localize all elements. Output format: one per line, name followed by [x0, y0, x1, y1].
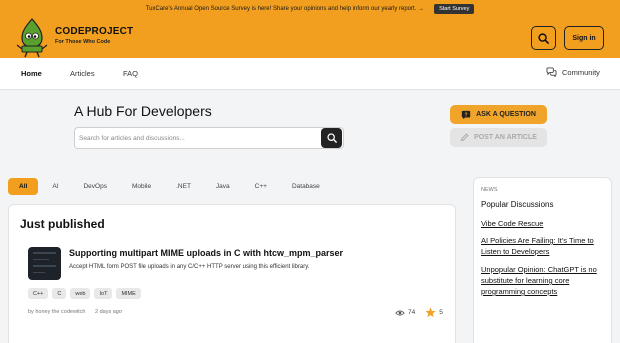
filter-mobile[interactable]: Mobile	[121, 178, 162, 195]
ask-question-label: ASK A QUESTION	[476, 111, 536, 118]
filter-dotnet[interactable]: .NET	[165, 178, 202, 195]
article-date: 2 days ago	[95, 309, 122, 315]
nav-community-label: Community	[562, 67, 600, 77]
start-survey-button[interactable]: Start Survey	[434, 4, 475, 14]
logo-text[interactable]: CODEPROJECT	[55, 26, 133, 37]
header-search-button[interactable]	[531, 26, 556, 50]
article-byline: by honey the codewitch 2 days ago	[28, 309, 122, 315]
just-published-heading: Just published	[20, 217, 105, 231]
just-published-card: Just published Supporting multipart MIME…	[8, 204, 456, 343]
news-panel: NEWS Popular Discussions Vibe Code Rescu…	[473, 177, 612, 343]
search-field[interactable]	[74, 127, 344, 149]
nav-home[interactable]: Home	[21, 69, 42, 78]
search-icon	[326, 133, 337, 143]
category-filters: All AI DevOps Mobile .NET Java C++ Datab…	[8, 178, 334, 195]
page-title: A Hub For Developers	[74, 103, 212, 119]
post-article-label: POST AN ARTICLE	[474, 134, 537, 141]
eye-icon	[395, 310, 405, 315]
star-count: 5	[439, 309, 443, 316]
view-count: 74	[408, 309, 416, 316]
article-tags: C++ C web IoT MIME	[28, 288, 145, 299]
survey-banner-message: TuxCare's Annual Open Source Survey is h…	[145, 6, 425, 12]
tag[interactable]: IoT	[94, 288, 113, 299]
filter-all[interactable]: All	[8, 178, 39, 195]
pencil-icon	[460, 133, 469, 142]
post-article-button[interactable]: POST AN ARTICLE	[450, 128, 547, 147]
filter-cpp[interactable]: C++	[244, 178, 278, 195]
site-header: CODEPROJECT For Those Who Code Sign in	[0, 18, 620, 58]
filter-java[interactable]: Java	[205, 178, 241, 195]
tag[interactable]: web	[70, 288, 91, 299]
article-title[interactable]: Supporting multipart MIME uploads in C w…	[69, 248, 343, 258]
tag[interactable]: MIME	[116, 288, 141, 299]
sign-in-button[interactable]: Sign in	[564, 26, 604, 50]
search-icon	[538, 32, 549, 44]
ask-question-button[interactable]: ? ASK A QUESTION	[450, 105, 547, 124]
question-bubble-icon: ?	[461, 110, 471, 119]
tag[interactable]: C++	[28, 288, 49, 299]
article-author[interactable]: by honey the codewitch	[28, 309, 85, 315]
search-submit-button[interactable]	[321, 128, 342, 148]
article-description: Accept HTML form POST file uploads in an…	[69, 264, 310, 270]
nav-faq[interactable]: FAQ	[123, 69, 138, 78]
article-thumbnail[interactable]	[28, 247, 61, 280]
news-link[interactable]: Unpopular Opinion: ChatGPT is no substit…	[481, 264, 609, 297]
filter-database[interactable]: Database	[281, 178, 331, 195]
article-stats: 74 5	[395, 307, 443, 318]
logo-tagline: For Those Who Code	[55, 39, 111, 45]
tag[interactable]: C	[52, 288, 67, 299]
chat-bubbles-icon	[546, 67, 557, 77]
star-icon[interactable]	[425, 307, 436, 318]
svg-text:?: ?	[465, 112, 468, 118]
search-input[interactable]	[79, 131, 319, 146]
news-link[interactable]: AI Policies Are Failing: It's Time to Li…	[481, 235, 609, 257]
filter-ai[interactable]: AI	[41, 178, 69, 195]
logo-mascot-icon[interactable]	[14, 18, 50, 58]
news-label: NEWS	[481, 187, 498, 193]
survey-banner: TuxCare's Annual Open Source Survey is h…	[0, 0, 620, 18]
news-link[interactable]: Vibe Code Rescue	[481, 218, 609, 229]
nav-community[interactable]: Community	[546, 67, 600, 77]
main-nav: Home Articles FAQ Community	[0, 58, 620, 90]
nav-articles[interactable]: Articles	[70, 69, 95, 78]
filter-devops[interactable]: DevOps	[72, 178, 117, 195]
news-heading: Popular Discussions	[481, 200, 554, 209]
